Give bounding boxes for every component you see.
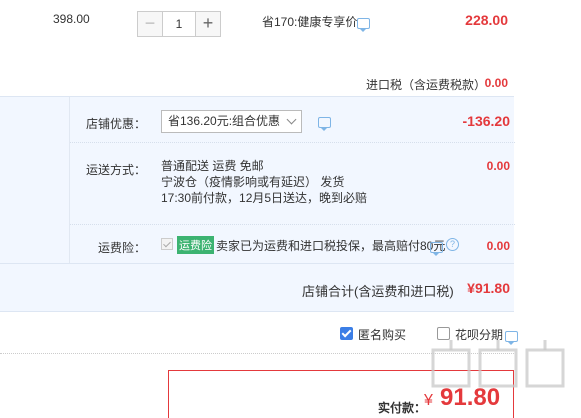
- import-tax-value: 0.00: [484, 76, 508, 90]
- huabei-installment-label[interactable]: 花呗分期: [455, 326, 503, 343]
- shop-promo-value: -136.20: [462, 113, 510, 129]
- quantity-plus-button[interactable]: +: [195, 11, 221, 37]
- item-total-price: 228.00: [465, 12, 508, 28]
- order-item-row: 398.00 − + 省170:健康专享价 228.00 进口税（含运费税款） …: [0, 0, 514, 96]
- shop-promo-label: 店铺优惠：: [85, 117, 146, 131]
- chat-icon[interactable]: [357, 18, 370, 32]
- quantity-input[interactable]: [163, 11, 195, 37]
- payment-currency: ¥: [424, 392, 433, 409]
- shop-summary-inner: 店铺优惠： 省136.20元:组合优惠 -136.20 运送方式： 普通配送 运…: [69, 97, 515, 264]
- shipping-details: 普通配送 运费 免邮 宁波仓（疫情影响或有延迟） 发货 17:30前付款，12月…: [161, 158, 367, 206]
- freight-insurance-text: 卖家已为运费和进口税投保，最高赔付80元: [216, 239, 446, 253]
- shipping-line-1: 普通配送 运费 免邮: [161, 159, 264, 173]
- freight-insurance-value: 0.00: [486, 239, 510, 253]
- shop-total-row: 店铺合计(含运费和进口税) ¥91.80: [0, 263, 514, 312]
- freight-insurance-label: 运费险：: [97, 241, 146, 255]
- shipping-row: 运送方式： 普通配送 运费 免邮 宁波仓（疫情影响或有延迟） 发货 17:30前…: [70, 143, 515, 225]
- import-tax-label: 进口税（含运费税款）: [366, 78, 487, 92]
- chat-icon[interactable]: [505, 331, 518, 345]
- chat-icon[interactable]: [430, 242, 443, 256]
- shipping-line-2: 宁波仓（疫情影响或有延迟） 发货: [161, 175, 345, 189]
- quantity-minus-button[interactable]: −: [137, 11, 163, 37]
- huabei-installment-checkbox[interactable]: [437, 327, 450, 340]
- shipping-value: 0.00: [486, 159, 510, 173]
- shop-promo-row: 店铺优惠： 省136.20元:组合优惠 -136.20: [70, 97, 515, 143]
- help-icon[interactable]: ?: [446, 238, 459, 251]
- shipping-line-3: 17:30前付款，12月5日送达，晚到必赔: [161, 191, 368, 205]
- shop-promo-selected: 省136.20元:组合优惠: [168, 114, 281, 128]
- anonymous-purchase-checkbox[interactable]: [340, 327, 353, 340]
- payment-amount: 91.80: [440, 384, 501, 411]
- shop-total-label: 店铺合计(含运费和进口税): [302, 284, 454, 299]
- shop-total-value: ¥91.80: [467, 280, 510, 296]
- shop-summary-panel: 店铺优惠： 省136.20元:组合优惠 -136.20 运送方式： 普通配送 运…: [0, 96, 515, 264]
- anonymous-purchase-label[interactable]: 匿名购买: [358, 326, 406, 343]
- chevron-down-icon: [286, 114, 297, 125]
- freight-insurance-checkbox[interactable]: [161, 238, 173, 250]
- quantity-stepper: − +: [137, 11, 221, 37]
- chat-icon[interactable]: [318, 117, 331, 131]
- freight-insurance-row: 运费险： 运费险 卖家已为运费和进口税投保，最高赔付80元 ? 0.00: [70, 225, 515, 264]
- shop-promo-select[interactable]: 省136.20元:组合优惠: [161, 110, 302, 133]
- payment-label: 实付款：: [378, 401, 427, 415]
- shipping-label: 运送方式：: [85, 163, 146, 177]
- section-divider: [0, 353, 514, 354]
- freight-insurance-badge: 运费险: [177, 236, 214, 254]
- unit-price: 398.00: [53, 12, 90, 26]
- saving-text: 省170:健康专享价: [262, 15, 358, 29]
